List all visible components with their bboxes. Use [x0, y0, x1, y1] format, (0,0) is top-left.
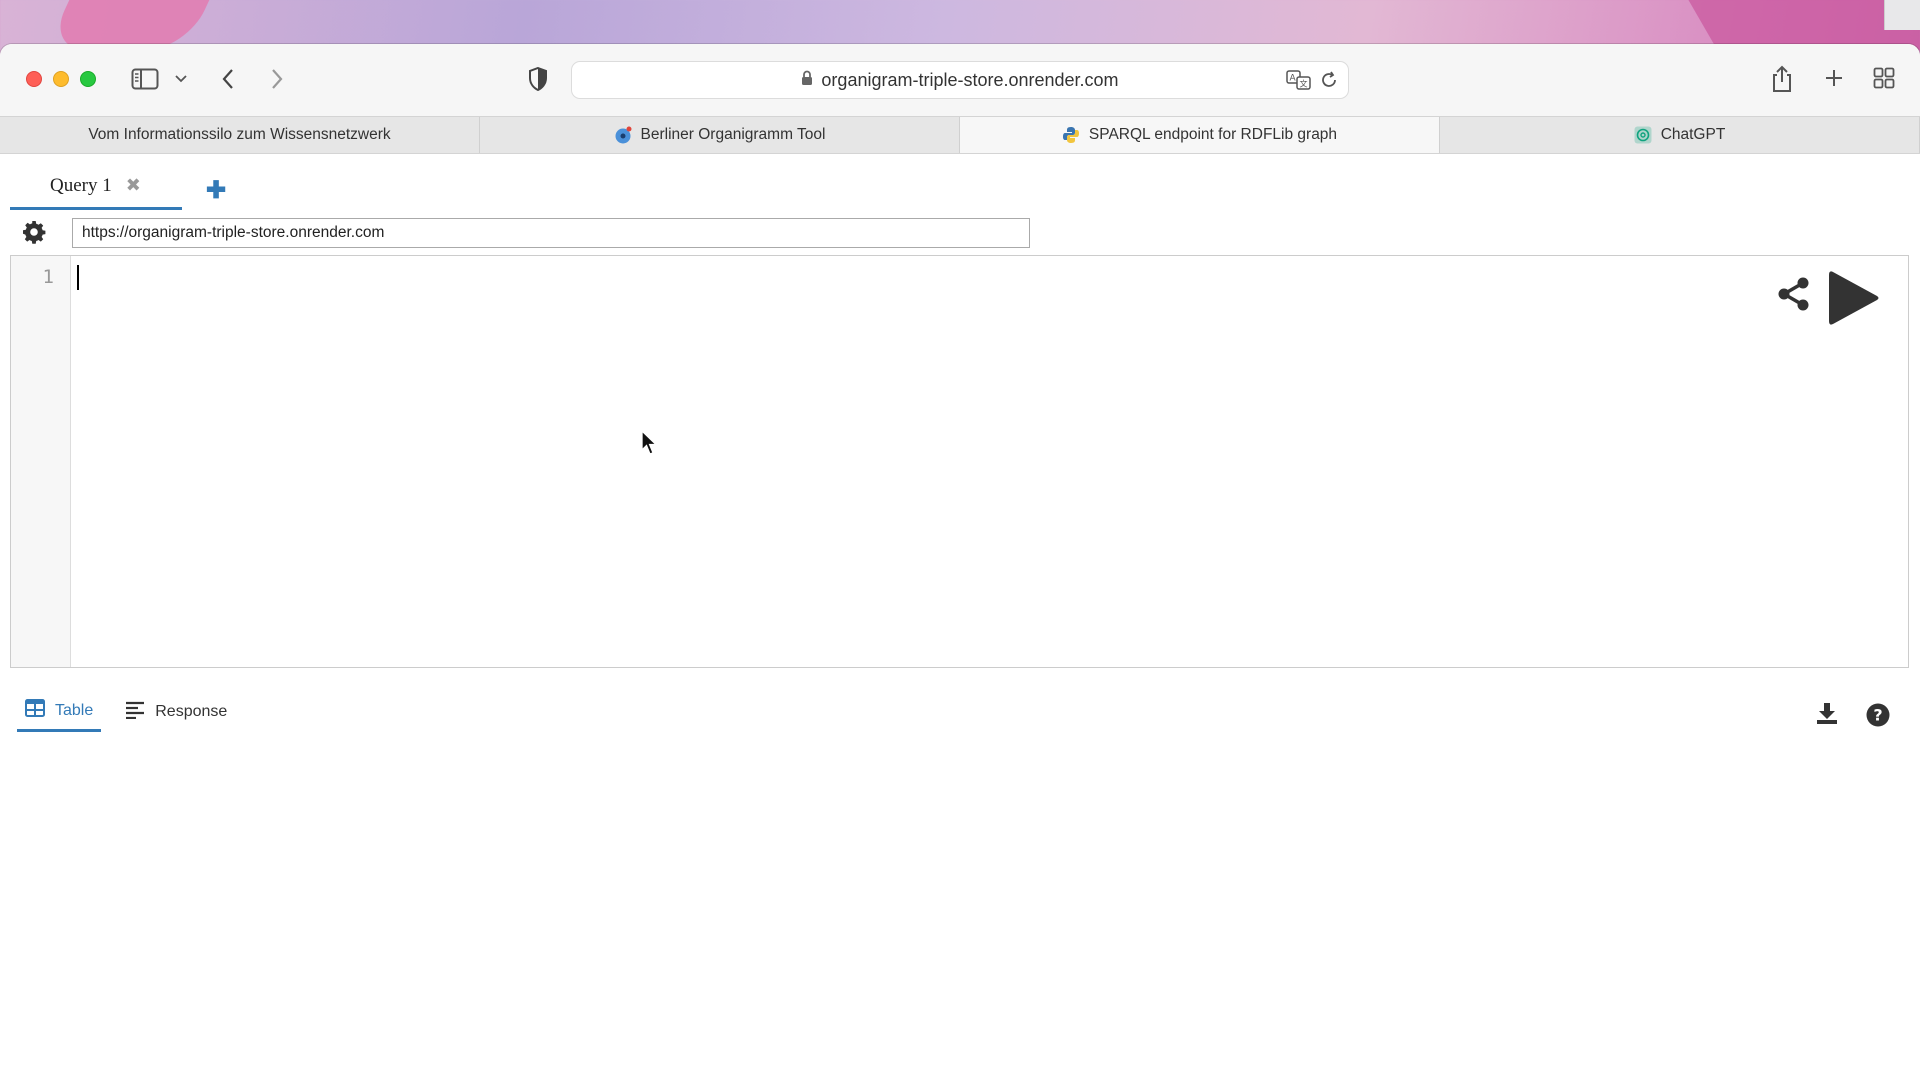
svg-text:?: ?: [1873, 706, 1882, 725]
minimize-window-button[interactable]: [53, 71, 69, 87]
tab-label: Berliner Organigramm Tool: [640, 126, 826, 143]
browser-tab-sparql-endpoint[interactable]: SPARQL endpoint for RDFLib graph: [960, 117, 1440, 153]
translate-icon[interactable]: A文: [1286, 70, 1312, 95]
browser-window: organigram-triple-store.onrender.com A文 …: [0, 44, 1920, 1080]
tab-label: SPARQL endpoint for RDFLib graph: [1088, 126, 1338, 143]
settings-gear-icon[interactable]: [22, 220, 50, 248]
tab-label: Vom Informationssilo zum Wissensnetzwerk: [88, 126, 391, 143]
run-query-button[interactable]: [1827, 268, 1883, 328]
text-lines-icon: [125, 701, 145, 724]
chevron-down-icon[interactable]: [174, 72, 188, 86]
browser-tab-organigramm-tool[interactable]: Berliner Organigramm Tool: [480, 117, 960, 153]
result-tabs: Table Response: [17, 692, 235, 732]
chatgpt-favicon-icon: [1634, 126, 1652, 144]
tab-overview-icon[interactable]: [1872, 66, 1896, 90]
mouse-pointer-icon: [641, 429, 661, 458]
lock-icon: [801, 70, 813, 91]
table-icon: [25, 699, 45, 722]
blue-dot-favicon-icon: [614, 126, 632, 144]
browser-toolbar: organigram-triple-store.onrender.com A文: [0, 44, 1920, 116]
svg-text:A: A: [1290, 74, 1297, 84]
browser-tab-chatgpt[interactable]: ChatGPT: [1440, 117, 1920, 153]
share-query-icon[interactable]: [1777, 276, 1813, 316]
help-icon[interactable]: ?: [1866, 703, 1892, 729]
tab-label: ChatGPT: [1660, 126, 1726, 143]
query-tab-1[interactable]: Query 1 ✖: [10, 164, 182, 210]
desktop-wallpaper: [0, 0, 1920, 50]
forward-icon[interactable]: [267, 66, 287, 92]
tab-response-label: Response: [155, 703, 228, 720]
tab-table-label: Table: [55, 701, 94, 719]
tab-response[interactable]: Response: [117, 692, 235, 732]
download-icon[interactable]: [1816, 702, 1840, 728]
url-text: organigram-triple-store.onrender.com: [821, 69, 1119, 90]
back-icon[interactable]: [218, 66, 238, 92]
line-number-gutter: 1: [11, 256, 71, 667]
query-tabs: Query 1 ✖ ✚: [10, 164, 1910, 210]
address-bar[interactable]: organigram-triple-store.onrender.com A文: [571, 61, 1349, 99]
line-number: 1: [42, 266, 54, 288]
sidebar-toggle-icon[interactable]: [131, 67, 159, 91]
browser-tab-bar: Vom Informationssilo zum Wissensnetzwerk…: [0, 116, 1920, 154]
tab-table[interactable]: Table: [17, 692, 102, 732]
add-query-tab-icon[interactable]: ✚: [206, 176, 226, 205]
browser-tab-wissensnetzwerk[interactable]: Vom Informationssilo zum Wissensnetzwerk: [0, 117, 480, 153]
maximize-window-button[interactable]: [80, 71, 96, 87]
close-window-button[interactable]: [26, 71, 42, 87]
desktop-corner: [1884, 0, 1920, 30]
share-page-icon[interactable]: [1770, 64, 1794, 94]
query-tab-label: Query 1: [50, 174, 112, 196]
reload-icon[interactable]: [1320, 71, 1338, 94]
close-tab-icon[interactable]: ✖: [126, 175, 141, 196]
new-tab-icon[interactable]: [1822, 66, 1846, 90]
svg-text:文: 文: [1300, 79, 1308, 89]
python-favicon-icon: [1062, 126, 1080, 144]
yasgui-app: Query 1 ✖ ✚ 1: [0, 154, 1920, 1080]
endpoint-url-input[interactable]: [72, 218, 1030, 248]
privacy-shield-icon[interactable]: [526, 65, 550, 93]
query-editor[interactable]: 1: [10, 255, 1909, 668]
text-cursor: [77, 265, 79, 290]
